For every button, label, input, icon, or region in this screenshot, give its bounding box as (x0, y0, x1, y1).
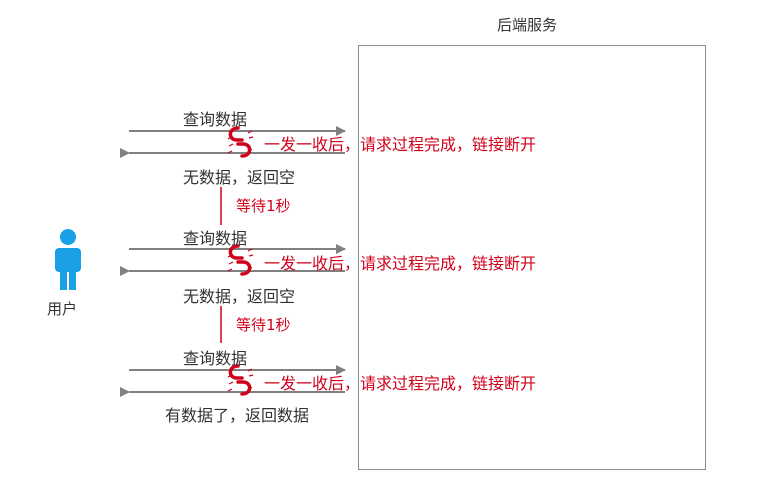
broken-link-icon (227, 126, 254, 158)
wait-label-1: 等待1秒 (236, 197, 291, 215)
person-icon (55, 229, 81, 290)
request-label-2: 查询数据 (183, 229, 248, 248)
connection-note-1: 一发一收后，请求过程完成，链接断开 (264, 135, 537, 154)
response-label-3: 有数据了，返回数据 (165, 406, 310, 425)
request-label-1: 查询数据 (183, 110, 248, 129)
connection-note-3: 一发一收后，请求过程完成，链接断开 (264, 374, 537, 393)
request-label-3: 查询数据 (183, 349, 248, 368)
broken-link-icon (227, 244, 254, 276)
diagram-graphics (55, 126, 346, 397)
connection-note-2: 一发一收后，请求过程完成，链接断开 (264, 254, 537, 273)
user-label: 用户 (47, 300, 78, 318)
response-label-1: 无数据，返回空 (183, 168, 296, 187)
response-label-2: 无数据，返回空 (183, 287, 296, 306)
wait-label-2: 等待1秒 (236, 316, 291, 334)
